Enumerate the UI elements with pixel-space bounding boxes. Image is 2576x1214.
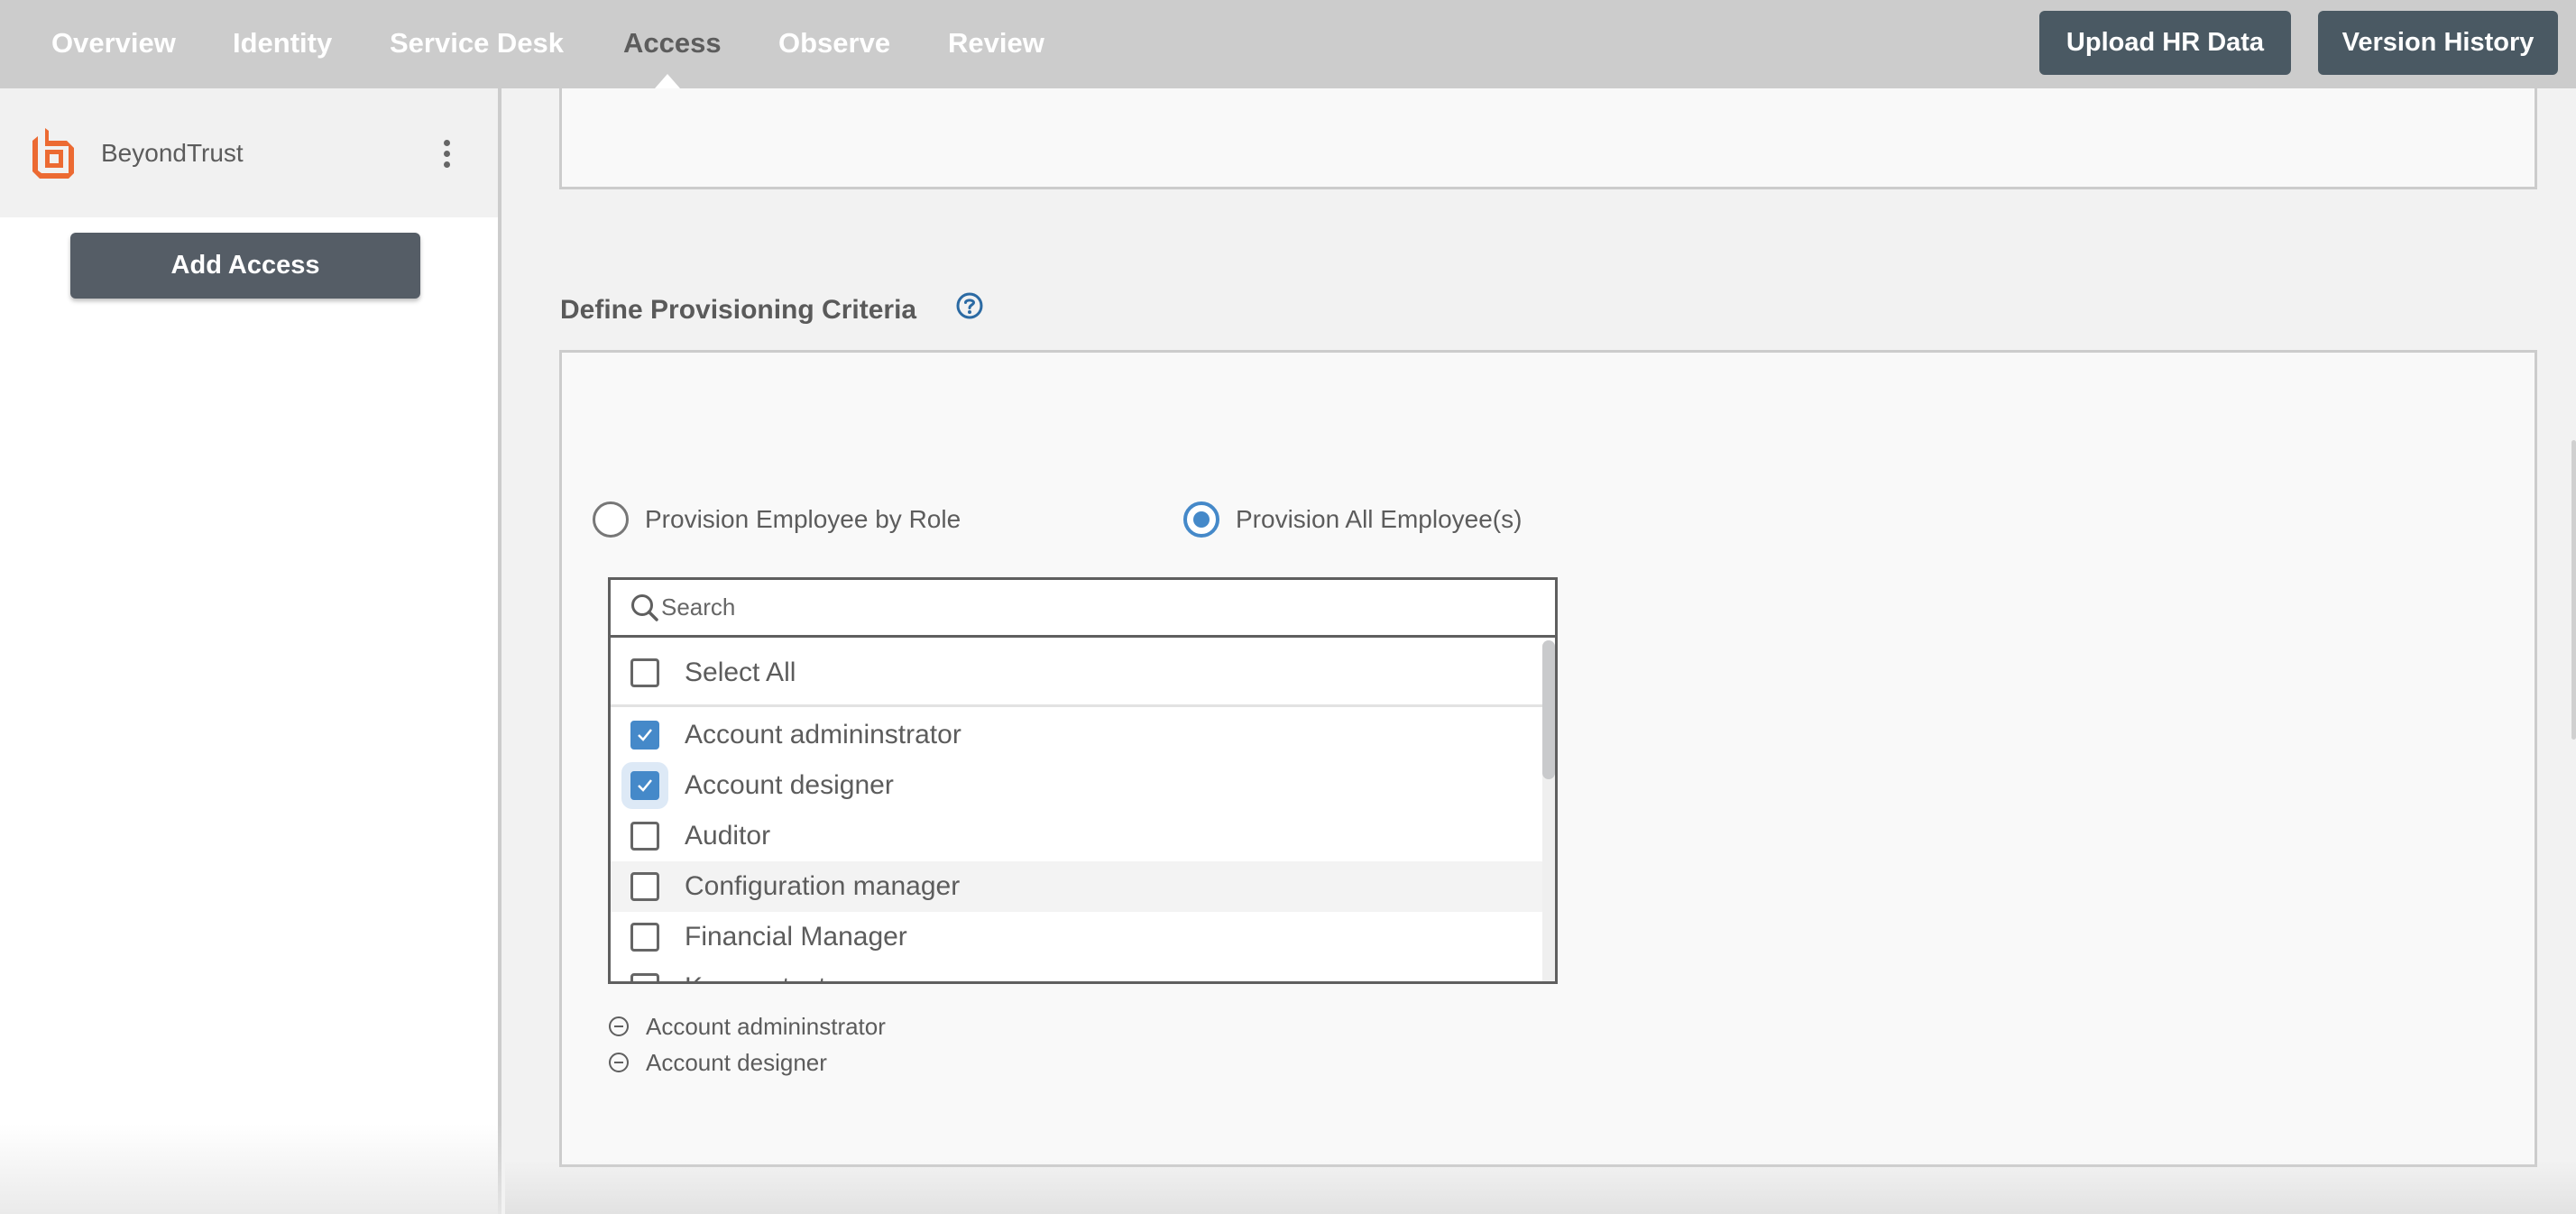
app-item-beyondtrust[interactable]: BeyondTrust bbox=[0, 88, 498, 217]
checkbox-checked[interactable] bbox=[630, 771, 659, 800]
checkbox-checked[interactable] bbox=[630, 721, 659, 750]
list-item[interactable]: Account admininstrator bbox=[611, 710, 1542, 760]
tab-observe[interactable]: Observe bbox=[778, 0, 890, 88]
version-history-button[interactable]: Version History bbox=[2318, 11, 2558, 75]
list-item[interactable]: Account designer bbox=[611, 760, 1542, 811]
tab-overview[interactable]: Overview bbox=[51, 0, 176, 88]
radio-button[interactable] bbox=[593, 501, 629, 538]
list-item[interactable]: Configuration manager bbox=[611, 861, 1542, 912]
list-item[interactable]: Key contact bbox=[611, 962, 1542, 981]
selected-role-label: Account designer bbox=[646, 1048, 827, 1076]
selected-role-item: Account admininstrator bbox=[608, 1010, 886, 1043]
list-scrollbar-thumb[interactable] bbox=[1542, 640, 1555, 779]
selected-role-label: Account admininstrator bbox=[646, 1012, 886, 1040]
search-icon bbox=[631, 593, 658, 621]
radio-label: Provision All Employee(s) bbox=[1236, 505, 1523, 533]
roles-listbox: Select All Account admininstrator Accoun… bbox=[608, 577, 1558, 984]
list-scrollbar[interactable] bbox=[1542, 640, 1555, 981]
minus-circle-icon[interactable] bbox=[608, 1016, 630, 1037]
item-label: Account admininstrator bbox=[685, 720, 961, 750]
checkbox[interactable] bbox=[630, 923, 659, 952]
checkbox[interactable] bbox=[630, 822, 659, 851]
select-all-item[interactable]: Select All bbox=[611, 640, 1542, 707]
list-item[interactable]: Auditor bbox=[611, 811, 1542, 861]
radio-provision-all[interactable]: Provision All Employee(s) bbox=[1183, 500, 1522, 539]
page-scrollbar[interactable] bbox=[2571, 440, 2576, 740]
checkmark-icon bbox=[638, 729, 652, 741]
selected-role-item: Account designer bbox=[608, 1046, 827, 1079]
checkmark-icon bbox=[638, 779, 652, 792]
top-navigation: Overview Identity Service Desk Access Ob… bbox=[0, 0, 2576, 88]
tab-service-desk[interactable]: Service Desk bbox=[390, 0, 564, 88]
brand-name: BeyondTrust bbox=[101, 139, 244, 167]
radio-provision-by-role[interactable]: Provision Employee by Role bbox=[593, 500, 961, 539]
minus-circle-icon[interactable] bbox=[608, 1052, 630, 1073]
sidebar-fade bbox=[0, 1124, 501, 1214]
add-access-button[interactable]: Add Access bbox=[70, 233, 420, 299]
item-label: Configuration manager bbox=[685, 871, 961, 901]
search-row bbox=[611, 580, 1555, 638]
checkbox[interactable] bbox=[630, 658, 659, 687]
list-item[interactable]: Financial Manager bbox=[611, 912, 1542, 962]
top-panel bbox=[559, 88, 2537, 189]
roles-list: Select All Account admininstrator Accoun… bbox=[611, 640, 1542, 981]
main-fade bbox=[505, 1160, 2576, 1214]
item-label: Auditor bbox=[685, 821, 771, 851]
beyondtrust-logo-icon bbox=[32, 128, 74, 179]
tab-identity[interactable]: Identity bbox=[233, 0, 332, 88]
kebab-menu-icon[interactable] bbox=[435, 135, 458, 171]
checkbox[interactable] bbox=[630, 872, 659, 901]
radio-button-checked[interactable] bbox=[1183, 501, 1219, 538]
item-label: Account designer bbox=[685, 770, 894, 800]
search-input[interactable] bbox=[661, 584, 1473, 630]
item-label: Key contact bbox=[685, 972, 826, 981]
provisioning-criteria-panel: Provision Employee by Role Provision All… bbox=[559, 350, 2537, 1167]
tab-review[interactable]: Review bbox=[948, 0, 1044, 88]
active-tab-indicator bbox=[655, 74, 680, 88]
item-label: Financial Manager bbox=[685, 922, 907, 952]
upload-hr-data-button[interactable]: Upload HR Data bbox=[2039, 11, 2291, 75]
radio-label: Provision Employee by Role bbox=[645, 505, 961, 533]
checkbox[interactable] bbox=[630, 973, 659, 981]
main-content: Define Provisioning Criteria Provision E… bbox=[505, 88, 2576, 1214]
help-circle-icon[interactable] bbox=[956, 292, 983, 319]
section-title: Define Provisioning Criteria bbox=[560, 295, 917, 325]
item-label: Select All bbox=[685, 657, 796, 687]
sidebar: BeyondTrust Add Access bbox=[0, 88, 501, 1214]
